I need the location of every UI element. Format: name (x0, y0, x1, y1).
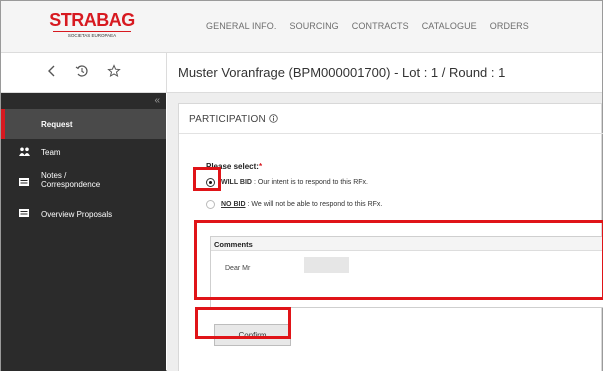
participation-title: PARTICIPATION (189, 114, 278, 125)
sidebar: « Request Team Notes / Correspondence Ov… (1, 93, 166, 371)
no-bid-radio[interactable] (206, 200, 215, 209)
collapse-sidebar-icon[interactable]: « (154, 95, 160, 106)
notes-icon (19, 178, 29, 187)
highlight-comments (194, 220, 603, 300)
sidebar-item-label: Request (41, 120, 73, 129)
sidebar-item-overview-proposals[interactable]: Overview Proposals (1, 205, 166, 225)
no-bid-text: : We will not be able to respond to this… (247, 201, 383, 208)
nav-orders[interactable]: ORDERS (490, 21, 529, 31)
highlight-will-bid (193, 167, 221, 191)
info-icon[interactable] (269, 114, 278, 125)
sidebar-item-team[interactable]: Team (1, 143, 166, 163)
nav-sourcing[interactable]: SOURCING (289, 21, 338, 31)
sidebar-item-label: Overview Proposals (41, 210, 113, 219)
sidebar-item-request[interactable]: Request (1, 109, 166, 139)
will-bid-text: : Our intent is to respond to this RFx. (253, 179, 368, 186)
page: STRABAG SOCIETAS EUROPAEA GENERAL INFO. … (0, 0, 603, 371)
main-nav: GENERAL INFO. SOURCING CONTRACTS CATALOG… (206, 21, 529, 31)
page-title: Muster Voranfrage (BPM000001700) - Lot :… (178, 65, 506, 80)
subheader-divider (166, 53, 167, 93)
logo-tagline: SOCIETAS EUROPAEA (53, 31, 131, 38)
strabag-logo[interactable]: STRABAG SOCIETAS EUROPAEA (47, 11, 137, 43)
subheader-actions (47, 64, 121, 81)
logo-text: STRABAG (49, 10, 135, 30)
top-header: STRABAG SOCIETAS EUROPAEA GENERAL INFO. … (1, 1, 602, 53)
overview-icon (19, 209, 29, 218)
option-no-bid[interactable]: NO BID : We will not be able to respond … (206, 200, 382, 209)
history-icon[interactable] (75, 64, 89, 81)
nav-contracts[interactable]: CONTRACTS (352, 21, 409, 31)
sidebar-item-label: Team (41, 148, 61, 157)
will-bid-key: WILL BID (221, 179, 252, 186)
nav-general-info[interactable]: GENERAL INFO. (206, 21, 276, 31)
sidebar-item-label: Notes / Correspondence (41, 171, 101, 189)
no-bid-key: NO BID (221, 201, 246, 208)
back-icon[interactable] (47, 64, 57, 81)
team-icon (19, 147, 30, 156)
highlight-confirm (195, 307, 291, 339)
participation-header: PARTICIPATION (179, 104, 603, 134)
sidebar-item-notes[interactable]: Notes / Correspondence (1, 167, 166, 195)
option-will-bid[interactable]: WILL BID : Our intent is to respond to t… (206, 178, 368, 187)
nav-catalogue[interactable]: CATALOGUE (422, 21, 477, 31)
active-marker (1, 109, 5, 139)
sub-header: Muster Voranfrage (BPM000001700) - Lot :… (1, 53, 602, 93)
star-icon[interactable] (107, 64, 121, 81)
